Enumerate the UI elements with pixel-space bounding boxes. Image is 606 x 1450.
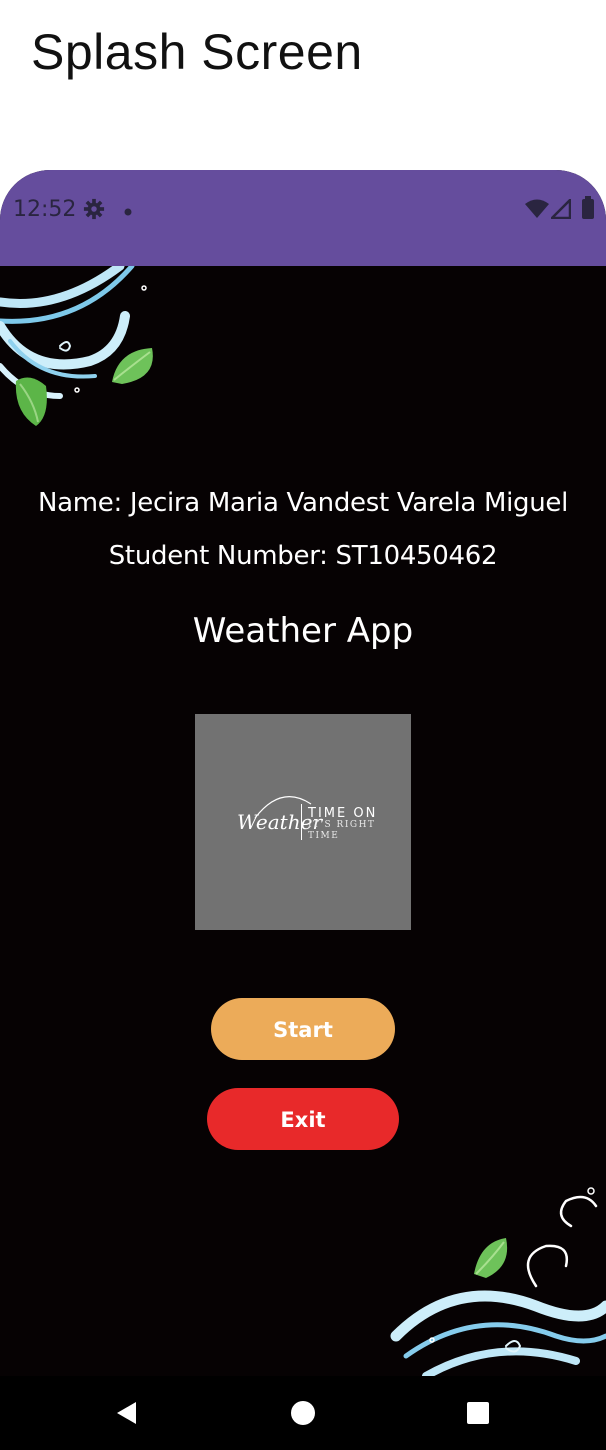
swirl-decoration-top xyxy=(0,266,153,426)
signal-icon xyxy=(548,196,572,224)
student-number: Student Number: ST10450462 xyxy=(108,541,498,571)
logo-divider xyxy=(301,804,302,840)
battery-icon xyxy=(581,196,595,225)
navigation-bar xyxy=(0,1376,606,1450)
student-name: Name: Jecira Maria Vandest Varela Miguel xyxy=(37,488,569,518)
app-title: Weather App xyxy=(192,611,414,651)
start-button[interactable]: Start xyxy=(211,998,395,1060)
page-caption: Splash Screen xyxy=(31,24,363,80)
settings-icon xyxy=(83,198,105,225)
home-icon[interactable] xyxy=(290,1400,316,1431)
recents-icon[interactable] xyxy=(466,1401,490,1430)
logo-tagline-1: TIME ON xyxy=(308,806,378,821)
splash-screen: Name: Jecira Maria Vandest Varela Miguel… xyxy=(0,266,606,1376)
logo-tagline-2: IT'S RIGHT xyxy=(308,820,376,830)
notification-dot-icon xyxy=(123,204,133,222)
app-logo: Weather TIME ON IT'S RIGHT TIME xyxy=(195,714,411,930)
logo-tagline-3: TIME xyxy=(308,831,340,841)
back-icon[interactable] xyxy=(114,1400,140,1431)
status-time: 12:52 xyxy=(13,197,77,222)
swirl-decoration-bottom xyxy=(390,1187,606,1376)
phone-frame: 12:52 Name: Jecira Maria Vandest Varela … xyxy=(0,170,606,1450)
exit-button[interactable]: Exit xyxy=(207,1088,399,1150)
status-bar: 12:52 xyxy=(0,170,606,266)
wifi-icon xyxy=(525,199,549,224)
